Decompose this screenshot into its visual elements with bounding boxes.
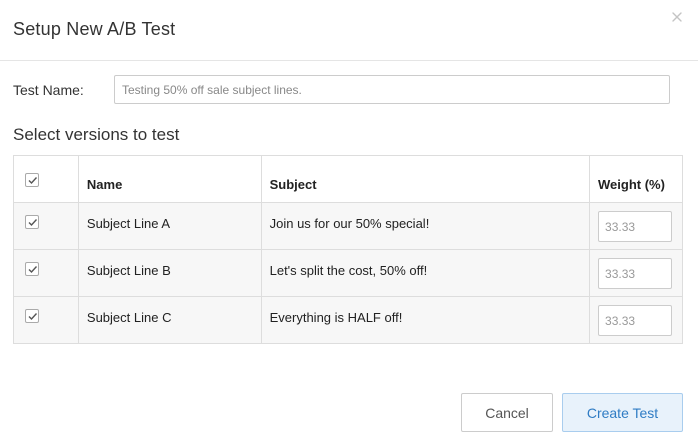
versions-table: Name Subject Weight (%) Subject Line A J…	[13, 155, 683, 344]
cancel-button[interactable]: Cancel	[461, 393, 553, 432]
select-all-checkbox[interactable]	[25, 173, 39, 187]
row-weight-cell	[589, 202, 683, 250]
row-subject-cell: Let's split the cost, 50% off!	[260, 249, 591, 297]
row-weight-cell	[589, 249, 683, 297]
row-select-cell	[13, 202, 79, 250]
row-name-cell: Subject Line B	[77, 249, 262, 297]
row-name-cell: Subject Line A	[77, 202, 262, 250]
select-all-cell	[13, 155, 79, 203]
version-subject: Let's split the cost, 50% off!	[269, 263, 428, 278]
version-name: Subject Line C	[86, 310, 172, 325]
weight-input[interactable]	[598, 211, 673, 242]
row-subject-cell: Join us for our 50% special!	[260, 202, 591, 250]
close-icon	[672, 12, 682, 22]
table-header-row: Name Subject Weight (%)	[13, 155, 683, 203]
row-select-cell	[13, 296, 79, 344]
checkmark-icon	[28, 266, 38, 274]
table-row: Subject Line A Join us for our 50% speci…	[13, 202, 683, 250]
version-name: Subject Line B	[86, 263, 171, 278]
dialog-title: Setup New A/B Test	[13, 19, 176, 39]
row-checkbox[interactable]	[25, 309, 39, 323]
version-name: Subject Line A	[86, 216, 171, 231]
column-header-name: Name	[77, 155, 262, 203]
row-weight-cell	[589, 296, 683, 344]
row-select-cell	[13, 249, 79, 297]
column-header-weight: Weight (%)	[589, 155, 683, 203]
table-row: Subject Line C Everything is HALF off!	[13, 296, 683, 344]
ab-test-dialog: Setup New A/B Test Test Name: Select ver…	[0, 0, 698, 446]
row-name-cell: Subject Line C	[77, 296, 262, 344]
create-test-button[interactable]: Create Test	[562, 393, 683, 432]
dialog-header: Setup New A/B Test	[0, 0, 698, 61]
row-checkbox[interactable]	[25, 215, 39, 229]
row-checkbox[interactable]	[25, 262, 39, 276]
checkmark-icon	[28, 219, 38, 227]
weight-input[interactable]	[598, 258, 673, 289]
version-subject: Everything is HALF off!	[269, 310, 403, 325]
weight-input[interactable]	[598, 305, 673, 336]
row-subject-cell: Everything is HALF off!	[260, 296, 591, 344]
test-name-input[interactable]	[114, 75, 670, 104]
checkmark-icon	[28, 313, 38, 321]
column-header-subject: Subject	[260, 155, 591, 203]
checkmark-icon	[28, 177, 38, 185]
versions-section-title: Select versions to test	[13, 125, 180, 144]
table-row: Subject Line B Let's split the cost, 50%…	[13, 249, 683, 297]
test-name-label: Test Name:	[13, 82, 84, 98]
close-button[interactable]	[668, 8, 686, 26]
version-subject: Join us for our 50% special!	[269, 216, 430, 231]
